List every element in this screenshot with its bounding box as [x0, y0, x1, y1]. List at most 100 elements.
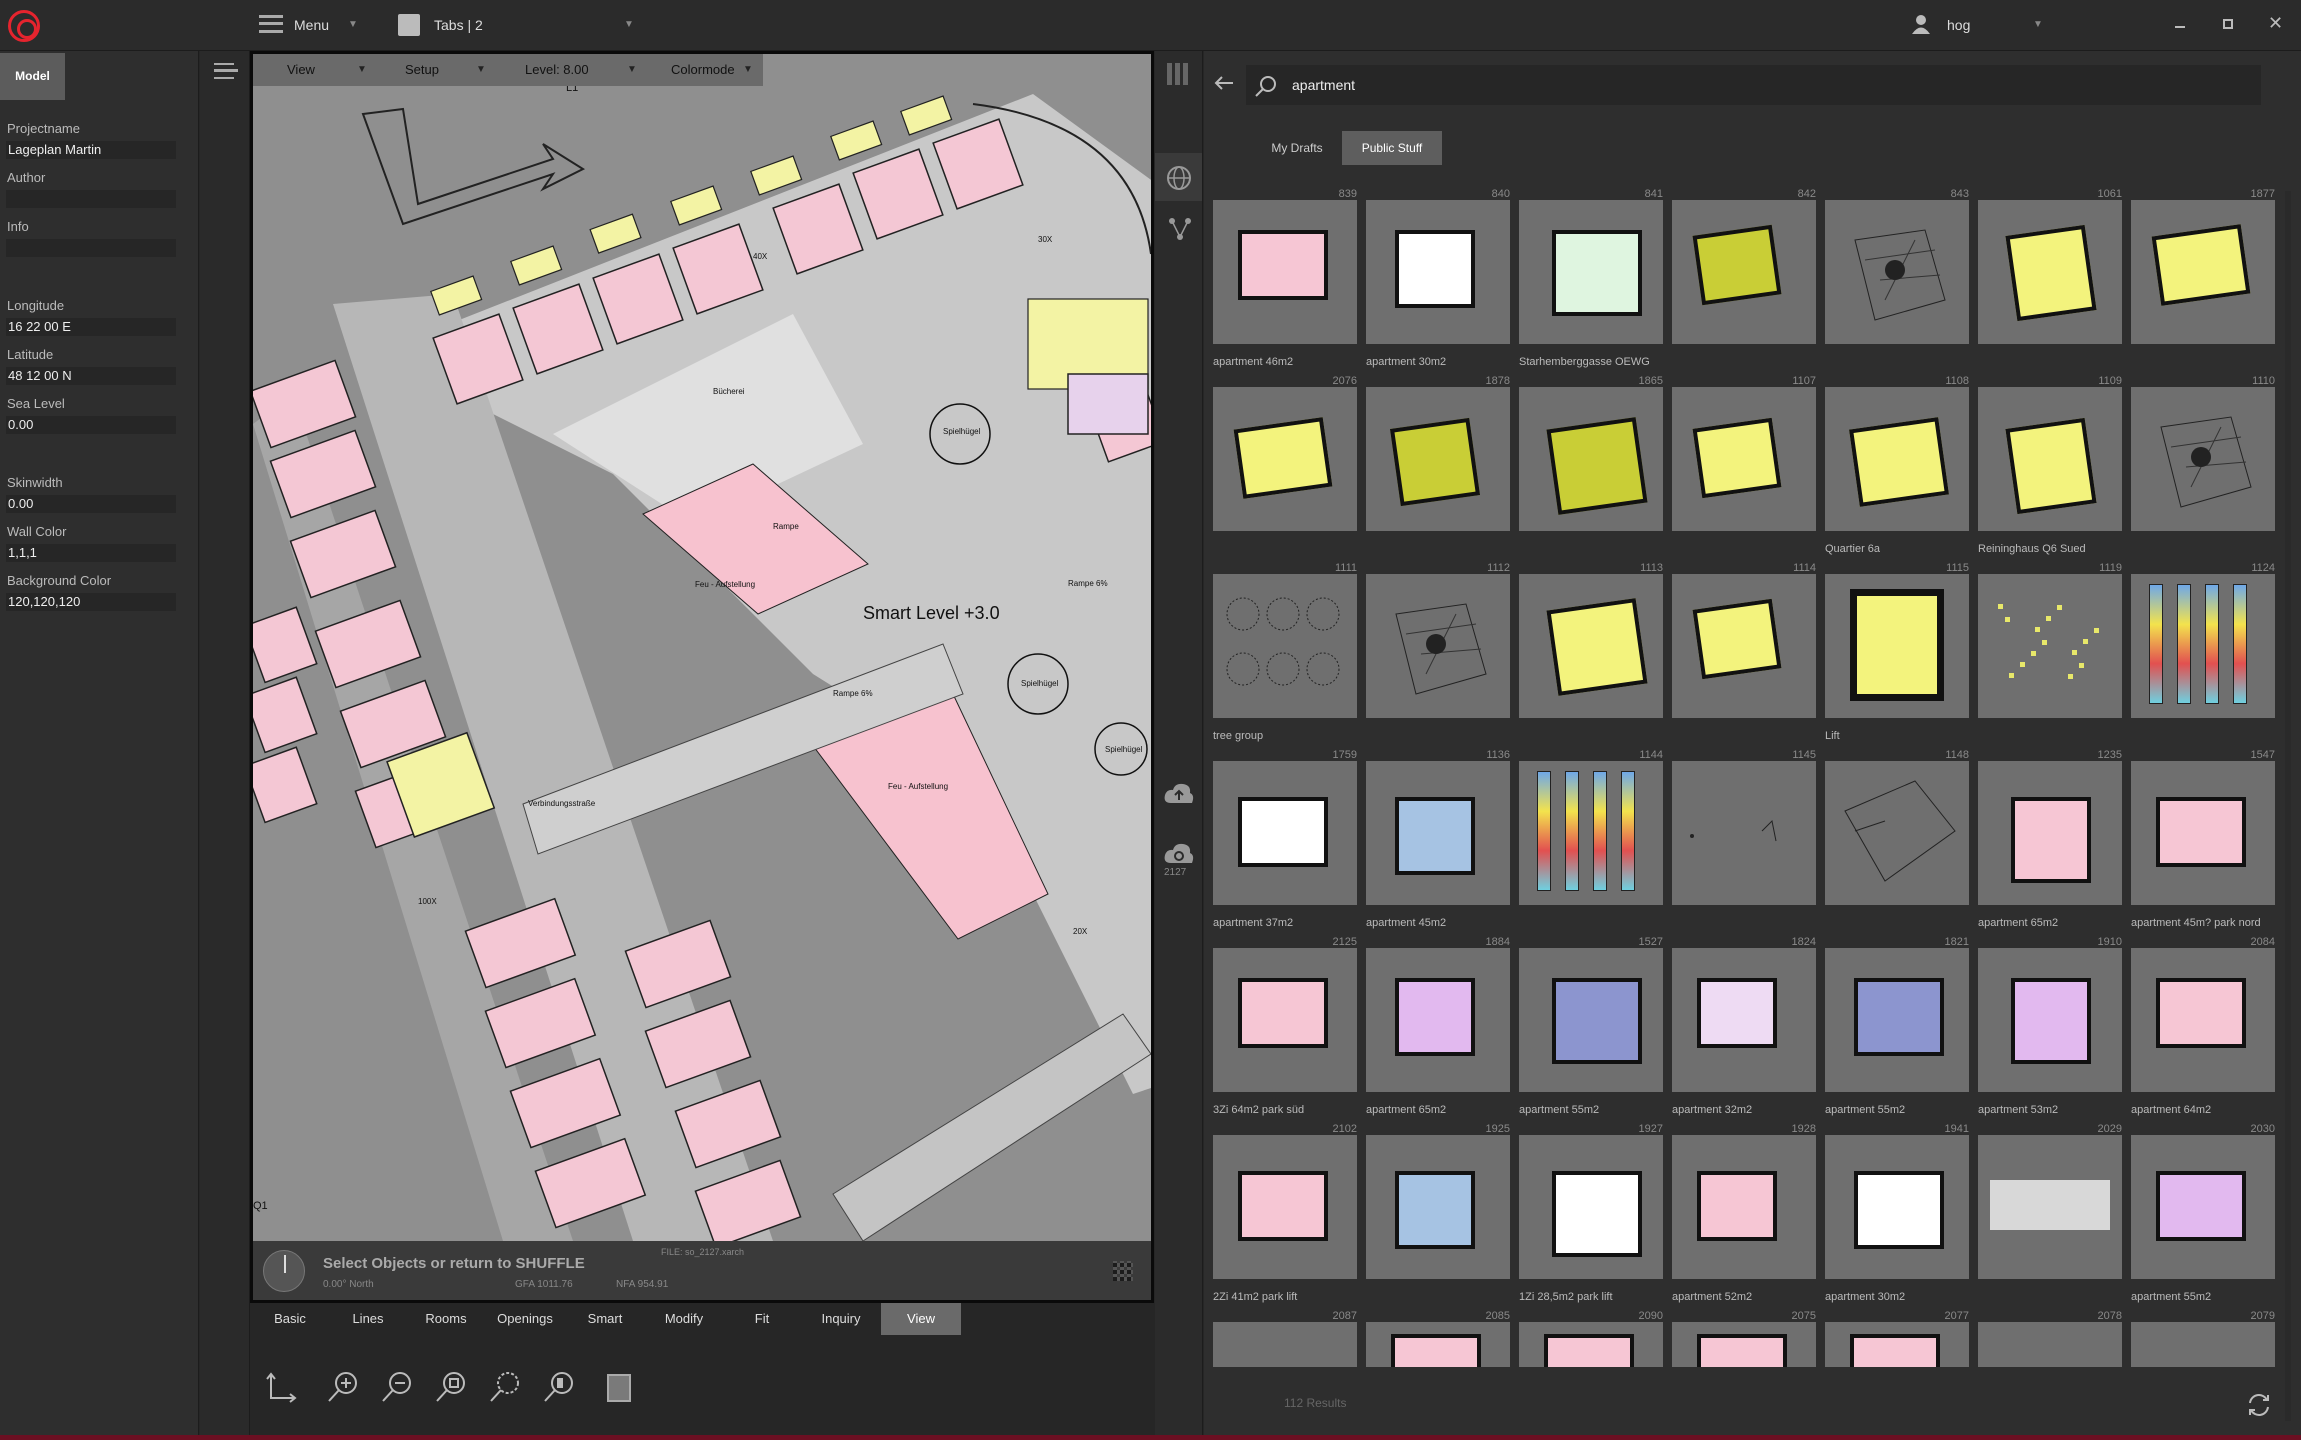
menu-caret-icon[interactable]: ▼: [348, 19, 358, 30]
cloud-upload-icon[interactable]: [1163, 781, 1195, 805]
user-icon[interactable]: [1910, 13, 1932, 35]
level-caret-icon[interactable]: ▼: [627, 64, 637, 75]
maximize-icon[interactable]: [2223, 19, 2233, 29]
result-tile[interactable]: [1825, 574, 1969, 718]
result-tile[interactable]: [1519, 387, 1663, 531]
level-menu[interactable]: Level: 8.00: [525, 62, 589, 77]
result-tile[interactable]: [1672, 761, 1816, 905]
result-tile[interactable]: [1672, 200, 1816, 344]
menu-button[interactable]: Menu: [294, 17, 329, 33]
back-arrow-icon[interactable]: [1214, 75, 1234, 91]
result-tile[interactable]: [1672, 1322, 1816, 1367]
result-tile[interactable]: [1978, 200, 2122, 344]
result-tile[interactable]: [1213, 387, 1357, 531]
result-tile[interactable]: [1825, 1135, 1969, 1279]
field-latitude[interactable]: 48 12 00 N: [6, 367, 176, 385]
result-tile[interactable]: [2131, 1135, 2275, 1279]
zoom-window-icon[interactable]: [488, 1370, 522, 1404]
menu-icon[interactable]: [259, 15, 283, 33]
tabs-icon[interactable]: [398, 14, 420, 36]
tabs-caret-icon[interactable]: ▼: [624, 19, 634, 30]
result-tile[interactable]: [1213, 1322, 1357, 1367]
result-tile[interactable]: [1672, 1135, 1816, 1279]
result-tile[interactable]: [1213, 948, 1357, 1092]
globe-tab[interactable]: [1155, 153, 1202, 201]
view-menu[interactable]: View: [287, 62, 315, 77]
result-tile[interactable]: [1366, 200, 1510, 344]
tab-smart[interactable]: Smart: [570, 1303, 640, 1335]
tab-rooms[interactable]: Rooms: [411, 1303, 481, 1335]
minimize-icon[interactable]: [2175, 26, 2185, 28]
result-tile[interactable]: [1825, 948, 1969, 1092]
zoom-selection-icon[interactable]: [542, 1370, 576, 1404]
tab-modify[interactable]: Modify: [649, 1303, 719, 1335]
network-icon[interactable]: [1167, 216, 1193, 242]
panel-menu-icon[interactable]: [214, 63, 238, 79]
field-skinwidth[interactable]: 0.00: [6, 495, 176, 513]
result-tile[interactable]: [1825, 761, 1969, 905]
compass-icon[interactable]: [263, 1250, 305, 1292]
result-tile[interactable]: [1213, 574, 1357, 718]
setup-menu[interactable]: Setup: [405, 62, 439, 77]
grid-view-icon[interactable]: [1167, 63, 1189, 85]
result-tile[interactable]: [1519, 1135, 1663, 1279]
field-wall-color[interactable]: 1,1,1: [6, 544, 176, 562]
search-bar[interactable]: apartment: [1246, 65, 2261, 105]
result-tile[interactable]: [1213, 1135, 1357, 1279]
app-logo-icon[interactable]: [8, 10, 40, 42]
result-tile[interactable]: [1366, 761, 1510, 905]
field-info[interactable]: [6, 239, 176, 257]
colormode-caret-icon[interactable]: ▼: [743, 64, 753, 75]
view-caret-icon[interactable]: ▼: [357, 64, 367, 75]
tab-my-drafts[interactable]: My Drafts: [1260, 131, 1334, 165]
zoom-in-icon[interactable]: [326, 1370, 360, 1404]
result-tile[interactable]: [2131, 761, 2275, 905]
zoom-extents-icon[interactable]: [434, 1370, 468, 1404]
drawing-viewport[interactable]: Smart Level +3.0 Bücherei Rampe Rampe 6%…: [250, 51, 1154, 1303]
result-tile[interactable]: [1366, 387, 1510, 531]
tabs-button[interactable]: Tabs | 2: [434, 17, 483, 33]
search-input[interactable]: apartment: [1292, 77, 1355, 93]
grid-icon[interactable]: [1113, 1261, 1133, 1281]
result-tile[interactable]: [1519, 200, 1663, 344]
field-author[interactable]: [6, 190, 176, 208]
axes-icon[interactable]: [265, 1370, 299, 1404]
tab-lines[interactable]: Lines: [333, 1303, 403, 1335]
result-tile[interactable]: [1366, 574, 1510, 718]
result-tile[interactable]: [1978, 387, 2122, 531]
result-tile[interactable]: [1825, 387, 1969, 531]
result-tile[interactable]: [1213, 200, 1357, 344]
layer-icon[interactable]: [607, 1374, 631, 1402]
tab-inquiry[interactable]: Inquiry: [806, 1303, 876, 1335]
result-tile[interactable]: [1672, 574, 1816, 718]
field-sea-level[interactable]: 0.00: [6, 416, 176, 434]
zoom-out-icon[interactable]: [380, 1370, 414, 1404]
tab-model[interactable]: Model: [0, 53, 65, 100]
user-caret-icon[interactable]: ▼: [2033, 19, 2043, 30]
result-tile[interactable]: [1978, 1135, 2122, 1279]
result-tile[interactable]: [2131, 387, 2275, 531]
result-tile[interactable]: [1519, 948, 1663, 1092]
result-tile[interactable]: [1978, 948, 2122, 1092]
refresh-icon[interactable]: [2245, 1391, 2273, 1419]
result-tile[interactable]: [1978, 761, 2122, 905]
results-scrollbar[interactable]: [2285, 191, 2291, 1421]
result-tile[interactable]: [1366, 948, 1510, 1092]
field-background-color[interactable]: 120,120,120: [6, 593, 176, 611]
result-tile[interactable]: [2131, 574, 2275, 718]
tab-basic[interactable]: Basic: [255, 1303, 325, 1335]
result-tile[interactable]: [1519, 574, 1663, 718]
tab-fit[interactable]: Fit: [727, 1303, 797, 1335]
result-tile[interactable]: [2131, 200, 2275, 344]
field-longitude[interactable]: 16 22 00 E: [6, 318, 176, 336]
setup-caret-icon[interactable]: ▼: [476, 64, 486, 75]
user-name[interactable]: hog: [1947, 17, 1970, 33]
result-tile[interactable]: [1672, 387, 1816, 531]
tab-openings[interactable]: Openings: [490, 1303, 560, 1335]
result-tile[interactable]: [1825, 200, 1969, 344]
result-tile[interactable]: [2131, 1322, 2275, 1367]
field-projectname[interactable]: Lageplan Martin: [6, 141, 176, 159]
tab-view[interactable]: View: [881, 1303, 961, 1335]
result-tile[interactable]: [1213, 761, 1357, 905]
result-tile[interactable]: [1825, 1322, 1969, 1367]
